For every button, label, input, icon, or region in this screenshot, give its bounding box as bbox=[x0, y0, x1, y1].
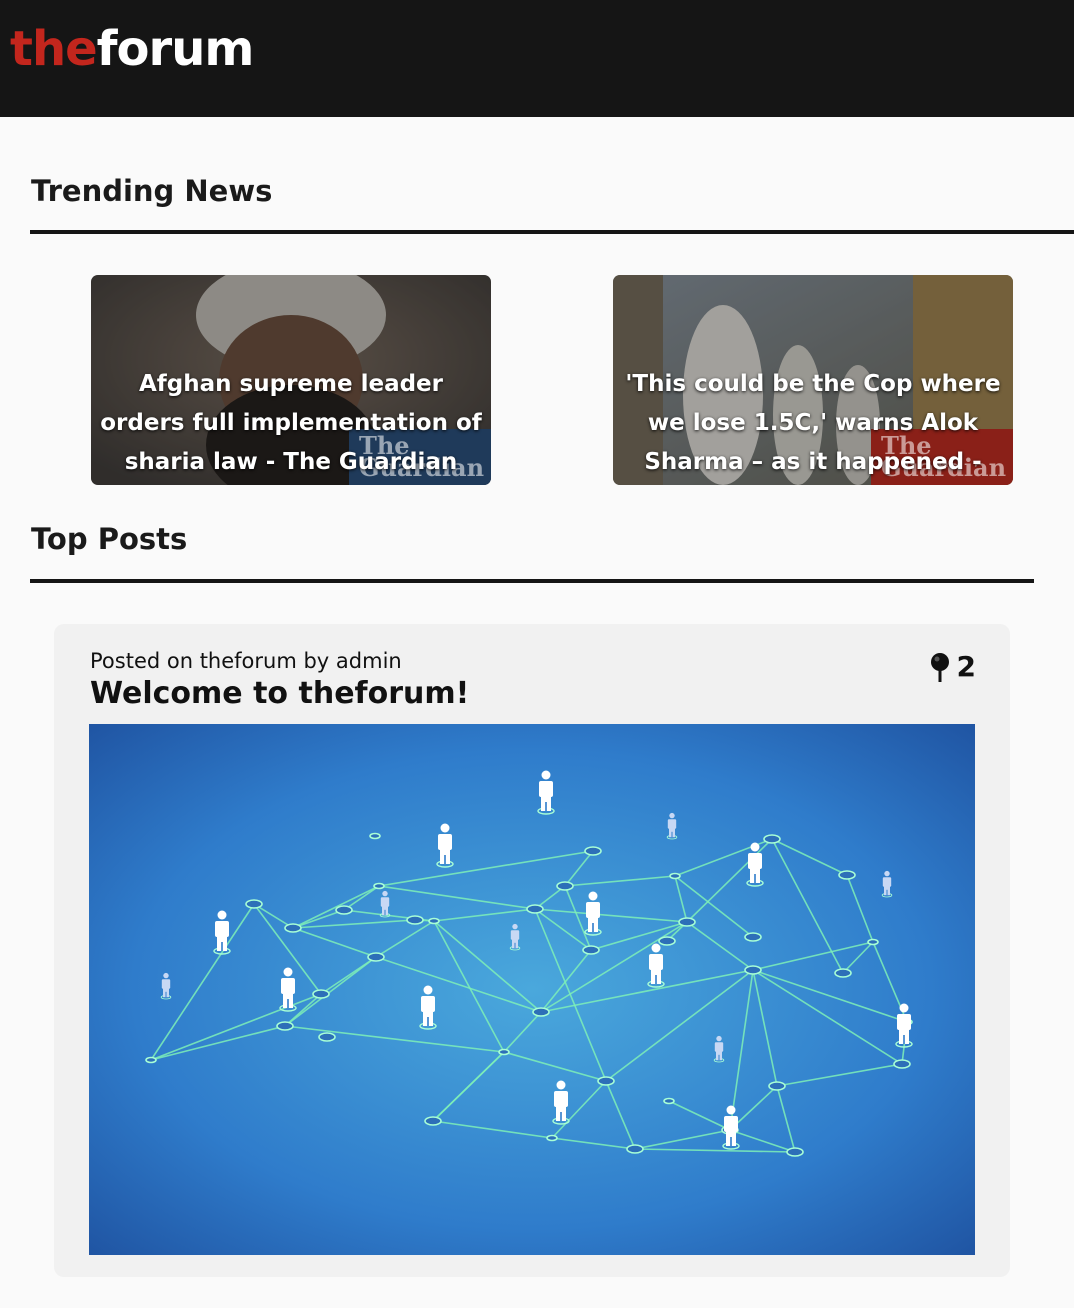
network-node bbox=[406, 915, 424, 925]
network-image bbox=[89, 724, 975, 1255]
news-card-cop[interactable]: The Guardian 'This could be the Cop where… bbox=[613, 275, 1013, 485]
network-node bbox=[532, 1007, 550, 1017]
post-title[interactable]: Welcome to theforum! bbox=[90, 676, 469, 711]
pin-icon bbox=[930, 652, 949, 682]
top-posts-divider bbox=[30, 579, 1034, 583]
network-node bbox=[245, 899, 263, 909]
network-node bbox=[373, 882, 385, 890]
network-node bbox=[626, 1144, 644, 1154]
logo-forum-text: forum bbox=[96, 21, 255, 77]
news-card-afghan[interactable]: The Guardian Afghan supreme leader orders… bbox=[91, 275, 491, 485]
post-card[interactable]: Posted on theforum by admin Welcome to t… bbox=[54, 624, 1010, 1277]
network-node bbox=[312, 989, 330, 999]
network-node bbox=[546, 1134, 558, 1142]
network-node bbox=[763, 834, 781, 844]
network-node bbox=[367, 952, 385, 962]
network-node bbox=[744, 932, 762, 942]
site-logo[interactable]: theforum bbox=[10, 20, 255, 78]
news-headline: Afghan supreme leader orders full implem… bbox=[100, 371, 482, 475]
news-headline: 'This could be the Cop where we lose 1.5… bbox=[625, 371, 1001, 475]
network-node bbox=[498, 1048, 510, 1056]
network-node bbox=[526, 904, 544, 914]
trending-divider bbox=[30, 230, 1074, 234]
pin-count[interactable]: 2 bbox=[929, 650, 976, 683]
network-node bbox=[838, 870, 856, 880]
network-node bbox=[669, 872, 681, 880]
network-node bbox=[744, 965, 762, 975]
top-posts-heading: Top Posts bbox=[31, 522, 188, 556]
network-node bbox=[369, 832, 381, 840]
network-node bbox=[893, 1059, 911, 1069]
network-node bbox=[867, 938, 879, 946]
network-node bbox=[424, 1116, 442, 1126]
pin-count-value: 2 bbox=[956, 650, 976, 683]
network-node bbox=[284, 923, 302, 933]
logo-the-text: the bbox=[10, 21, 98, 77]
network-node bbox=[584, 846, 602, 856]
network-node bbox=[276, 1021, 294, 1031]
top-navigation-bar: theforum bbox=[0, 0, 1074, 117]
network-node bbox=[786, 1147, 804, 1157]
network-node bbox=[597, 1076, 615, 1086]
network-node bbox=[582, 945, 600, 955]
network-node bbox=[335, 905, 353, 915]
network-node bbox=[678, 917, 696, 927]
network-node bbox=[428, 917, 440, 925]
post-meta: Posted on theforum by admin bbox=[90, 649, 402, 673]
network-node bbox=[663, 1097, 675, 1105]
network-node bbox=[318, 1032, 336, 1042]
network-node bbox=[556, 881, 574, 891]
network-node bbox=[145, 1056, 157, 1064]
trending-news-heading: Trending News bbox=[31, 174, 273, 208]
network-node bbox=[834, 968, 852, 978]
network-node bbox=[658, 936, 676, 946]
network-node bbox=[768, 1081, 786, 1091]
